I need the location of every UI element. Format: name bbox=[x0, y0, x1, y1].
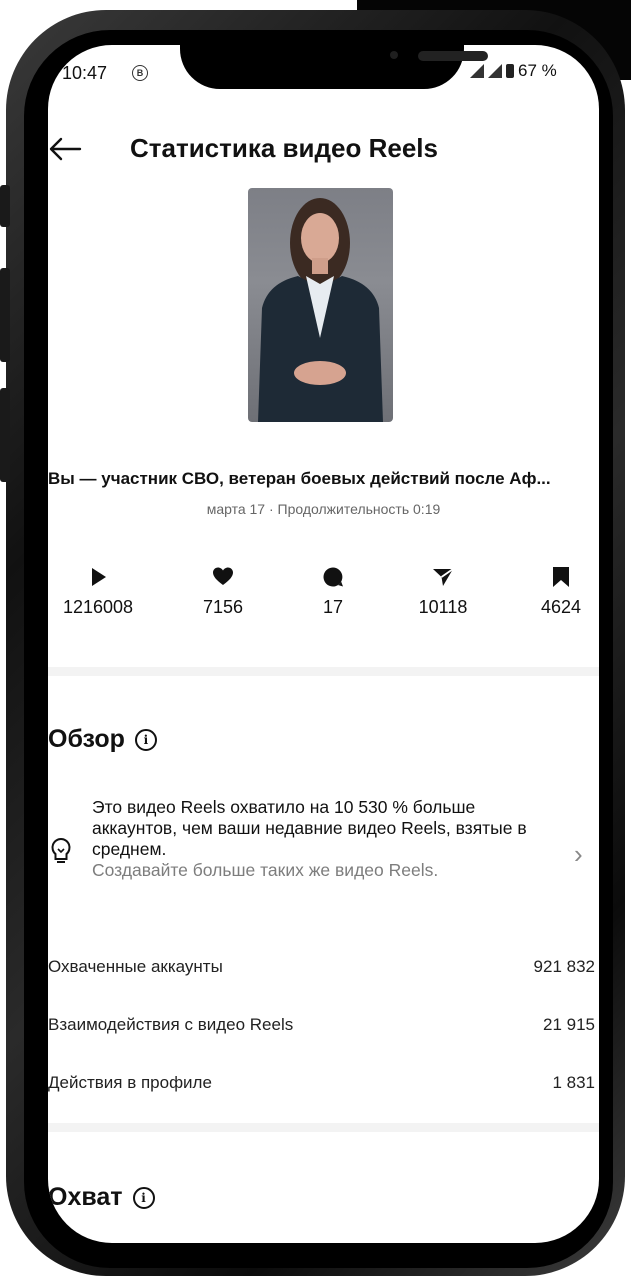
metric-comments: 17 bbox=[283, 566, 383, 618]
section-divider bbox=[48, 667, 599, 676]
metric-value: 17 bbox=[322, 597, 344, 617]
page-title: Статистика видео Reels bbox=[130, 133, 438, 163]
screen: 10:47 B 67 % Статистика видео Reels Вы — bbox=[48, 45, 599, 1243]
video-caption: Вы — участник СВО, ветеран боевых действ… bbox=[48, 469, 551, 488]
metric-value: 10118 bbox=[418, 597, 468, 617]
reach-section-title: Охват i bbox=[48, 1183, 155, 1212]
notch bbox=[180, 45, 488, 89]
signal-icon bbox=[488, 64, 502, 78]
play-icon bbox=[92, 568, 106, 586]
metric-shares: 10118 bbox=[393, 566, 493, 618]
arrow-left-icon[interactable] bbox=[48, 137, 82, 161]
stat-label: Действия в профиле bbox=[48, 1073, 212, 1092]
bookmark-icon bbox=[553, 567, 569, 587]
overview-title: Обзор bbox=[48, 725, 125, 753]
status-indicator-icon: B bbox=[132, 65, 148, 81]
volume-up-button bbox=[0, 268, 10, 362]
insight-subtext: Создавайте больше таких же видео Reels. bbox=[92, 860, 439, 880]
status-time: 10:47 bbox=[62, 63, 108, 83]
reach-title: Охват bbox=[48, 1183, 123, 1211]
metric-value: 4624 bbox=[540, 597, 582, 617]
battery-icon bbox=[506, 64, 514, 78]
battery-level: 67 % bbox=[518, 61, 557, 80]
section-divider bbox=[48, 1123, 599, 1132]
heart-icon bbox=[213, 567, 233, 585]
signal-icon bbox=[470, 64, 484, 78]
insight-text-block: Это видео Reels охватило на 10 530 % бол… bbox=[92, 797, 542, 881]
video-meta: марта 17 · Продолжительность 0:19 bbox=[206, 501, 441, 517]
info-icon[interactable]: i bbox=[132, 1186, 155, 1209]
stat-value: 921 832 bbox=[533, 957, 595, 976]
share-icon bbox=[433, 568, 454, 586]
stat-value: 21 915 bbox=[543, 1015, 595, 1034]
video-thumbnail[interactable] bbox=[248, 188, 393, 422]
metric-plays: 1216008 bbox=[48, 566, 148, 618]
comment-icon bbox=[323, 567, 343, 587]
stat-label: Взаимодействия с видео Reels bbox=[48, 1015, 294, 1034]
stat-value: 1 831 bbox=[552, 1073, 595, 1092]
metric-likes: 7156 bbox=[173, 566, 273, 618]
status-right: 67 % bbox=[470, 61, 557, 81]
info-icon[interactable]: i bbox=[134, 728, 157, 751]
volume-down-button bbox=[0, 388, 10, 482]
chevron-right-icon[interactable]: › bbox=[574, 839, 583, 870]
speaker bbox=[418, 51, 488, 61]
insight-text: Это видео Reels охватило на 10 530 % бол… bbox=[92, 797, 527, 859]
lightbulb-icon bbox=[51, 837, 71, 863]
metric-saves: 4624 bbox=[511, 566, 599, 618]
mute-switch bbox=[0, 185, 10, 227]
stat-row: Охваченные аккаунты 921 832 bbox=[48, 957, 599, 981]
stat-label: Охваченные аккаунты bbox=[48, 957, 223, 976]
metric-value: 7156 bbox=[202, 597, 244, 617]
metric-value: 1216008 bbox=[62, 597, 134, 617]
camera bbox=[390, 51, 398, 59]
overview-section-title: Обзор i bbox=[48, 725, 157, 754]
stat-row: Взаимодействия с видео Reels 21 915 bbox=[48, 1015, 599, 1039]
stat-row: Действия в профиле 1 831 bbox=[48, 1073, 599, 1097]
insight-card[interactable]: Это видео Reels охватило на 10 530 % бол… bbox=[48, 797, 599, 907]
metrics-row: 1216008 7156 17 10118 4624 bbox=[48, 566, 599, 626]
thumbnail-image bbox=[258, 198, 383, 422]
